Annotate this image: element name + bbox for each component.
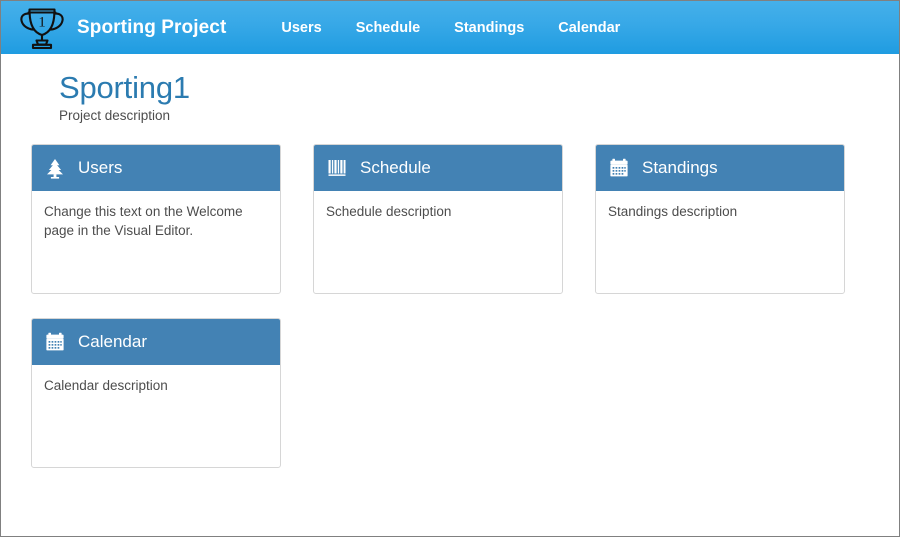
- card-description: Schedule description: [314, 191, 562, 293]
- card-schedule[interactable]: Schedule Schedule description: [313, 144, 563, 294]
- card-row: Users Change this text on the Welcome pa…: [31, 144, 867, 294]
- card-row: Calendar Calendar description: [31, 318, 867, 468]
- card-calendar[interactable]: Calendar Calendar description: [31, 318, 281, 468]
- card-description: Change this text on the Welcome page in …: [32, 191, 280, 293]
- brand-title[interactable]: Sporting Project: [77, 17, 226, 39]
- card-header: Calendar: [32, 319, 280, 365]
- card-header: Schedule: [314, 145, 562, 191]
- main-content: Sporting1 Project description: [1, 54, 899, 536]
- nav-link-standings[interactable]: Standings: [437, 2, 541, 54]
- barcode-icon: [326, 157, 348, 179]
- card-grid: Users Change this text on the Welcome pa…: [31, 144, 867, 468]
- card-title: Users: [78, 157, 122, 179]
- card-title: Calendar: [78, 331, 147, 353]
- svg-text:1: 1: [38, 14, 46, 30]
- app-window: 1 Sporting Project Users Schedule Standi…: [0, 0, 900, 537]
- page-title: Sporting1: [59, 70, 190, 106]
- card-header: Standings: [596, 145, 844, 191]
- nav-link-users[interactable]: Users: [264, 2, 338, 54]
- nav-link-schedule[interactable]: Schedule: [339, 2, 437, 54]
- card-description: Calendar description: [32, 365, 280, 467]
- calendar-icon: [608, 157, 630, 179]
- card-header: Users: [32, 145, 280, 191]
- card-users[interactable]: Users Change this text on the Welcome pa…: [31, 144, 281, 294]
- trophy-icon[interactable]: 1: [15, 4, 69, 52]
- card-title: Schedule: [360, 157, 431, 179]
- nav-link-calendar[interactable]: Calendar: [541, 2, 637, 54]
- calendar-icon: [44, 331, 66, 353]
- card-title: Standings: [642, 157, 718, 179]
- page-subtitle: Project description: [59, 107, 170, 125]
- tree-icon: [44, 157, 66, 179]
- nav-links: Users Schedule Standings Calendar: [264, 2, 637, 54]
- card-description: Standings description: [596, 191, 844, 293]
- card-standings[interactable]: Standings Standings description: [595, 144, 845, 294]
- top-navbar: 1 Sporting Project Users Schedule Standi…: [1, 1, 899, 54]
